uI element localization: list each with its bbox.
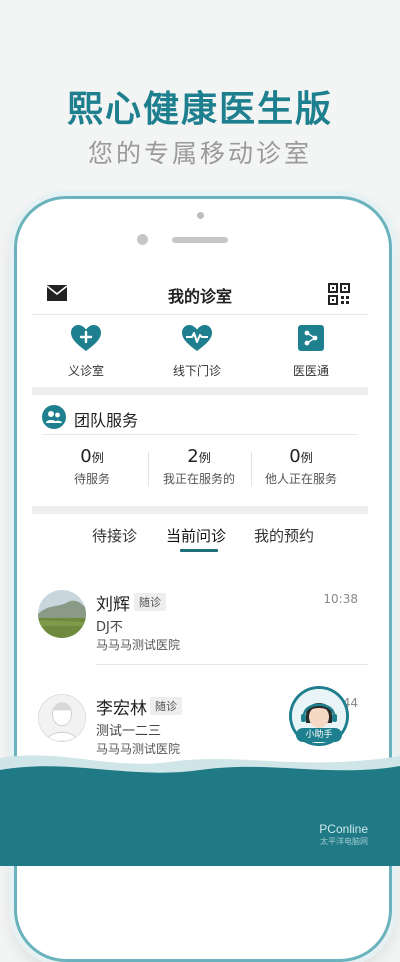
team-service-header: 团队服务 [42, 404, 358, 430]
stat-unit: 例 [300, 451, 313, 465]
app-header: 我的诊室 [32, 276, 368, 312]
heart-pulse-icon [182, 325, 212, 351]
stat-label: 我正在服务的 [162, 472, 235, 486]
promo-subtitle: 您的专属移动诊室 [87, 139, 312, 168]
avatar [38, 694, 86, 742]
earpiece-speaker [172, 237, 228, 243]
follow-up-badge: 随诊 [134, 593, 166, 611]
list-item[interactable]: 刘辉 随诊 DJ不 马马马测试医院 10:38 [38, 590, 360, 670]
timestamp: 10:38 [323, 592, 358, 606]
team-service-title: 团队服务 [74, 411, 139, 430]
hospital-name: 马马马测试医院 [96, 638, 181, 652]
tab-my-appointments[interactable]: 我的预约 [254, 525, 314, 546]
quick-action-label: 义诊室 [67, 364, 104, 378]
stat-value: 2 [187, 446, 199, 467]
stat-others-serving[interactable]: 0例 他人正在服务 [251, 446, 351, 487]
heart-plus-icon [71, 325, 101, 351]
section-separator [32, 387, 368, 395]
promo-title: 熙心健康医生版 [66, 89, 333, 130]
last-message: DJ不 [96, 620, 123, 635]
decorative-wave [0, 755, 400, 866]
page-title: 我的诊室 [167, 287, 232, 306]
quick-action-yizhenshi[interactable]: 义诊室 [41, 324, 131, 379]
stat-pending[interactable]: 0例 待服务 [42, 446, 142, 487]
stat-unit: 例 [198, 451, 211, 465]
patient-name: 李宏林 [96, 699, 147, 719]
watermark-sub: 太平洋电脑网 [320, 837, 368, 846]
tab-current-consult[interactable]: 当前问诊 [166, 525, 226, 546]
patient-name: 刘辉 [96, 595, 130, 615]
stat-unit: 例 [91, 451, 104, 465]
list-divider [96, 664, 368, 665]
assistant-label: 小助手 [296, 728, 342, 742]
last-message: 测试一二三 [96, 724, 162, 739]
tab-pending-consult[interactable]: 待接诊 [92, 525, 137, 546]
doctor-network-icon [298, 325, 324, 351]
active-tab-indicator [180, 549, 218, 552]
qr-code-icon[interactable] [328, 283, 350, 305]
section-separator [32, 506, 368, 514]
team-icon [42, 405, 66, 429]
stat-label: 他人正在服务 [264, 472, 337, 486]
avatar [38, 590, 86, 638]
stat-value: 0 [80, 446, 92, 467]
follow-up-badge: 随诊 [150, 697, 182, 715]
watermark-brand: PConline [319, 822, 368, 836]
stat-my-serving[interactable]: 2例 我正在服务的 [149, 446, 249, 487]
stat-label: 待服务 [73, 472, 110, 486]
front-camera [137, 234, 148, 245]
team-divider [42, 434, 358, 435]
proximity-sensor [197, 212, 204, 219]
stat-value: 0 [289, 446, 301, 467]
quick-action-offline-clinic[interactable]: 线下门诊 [152, 324, 242, 379]
header-divider [32, 314, 368, 315]
quick-action-yiyitong[interactable]: 医医通 [266, 324, 356, 379]
quick-action-label: 线下门诊 [172, 364, 221, 378]
quick-action-label: 医医通 [292, 364, 329, 378]
